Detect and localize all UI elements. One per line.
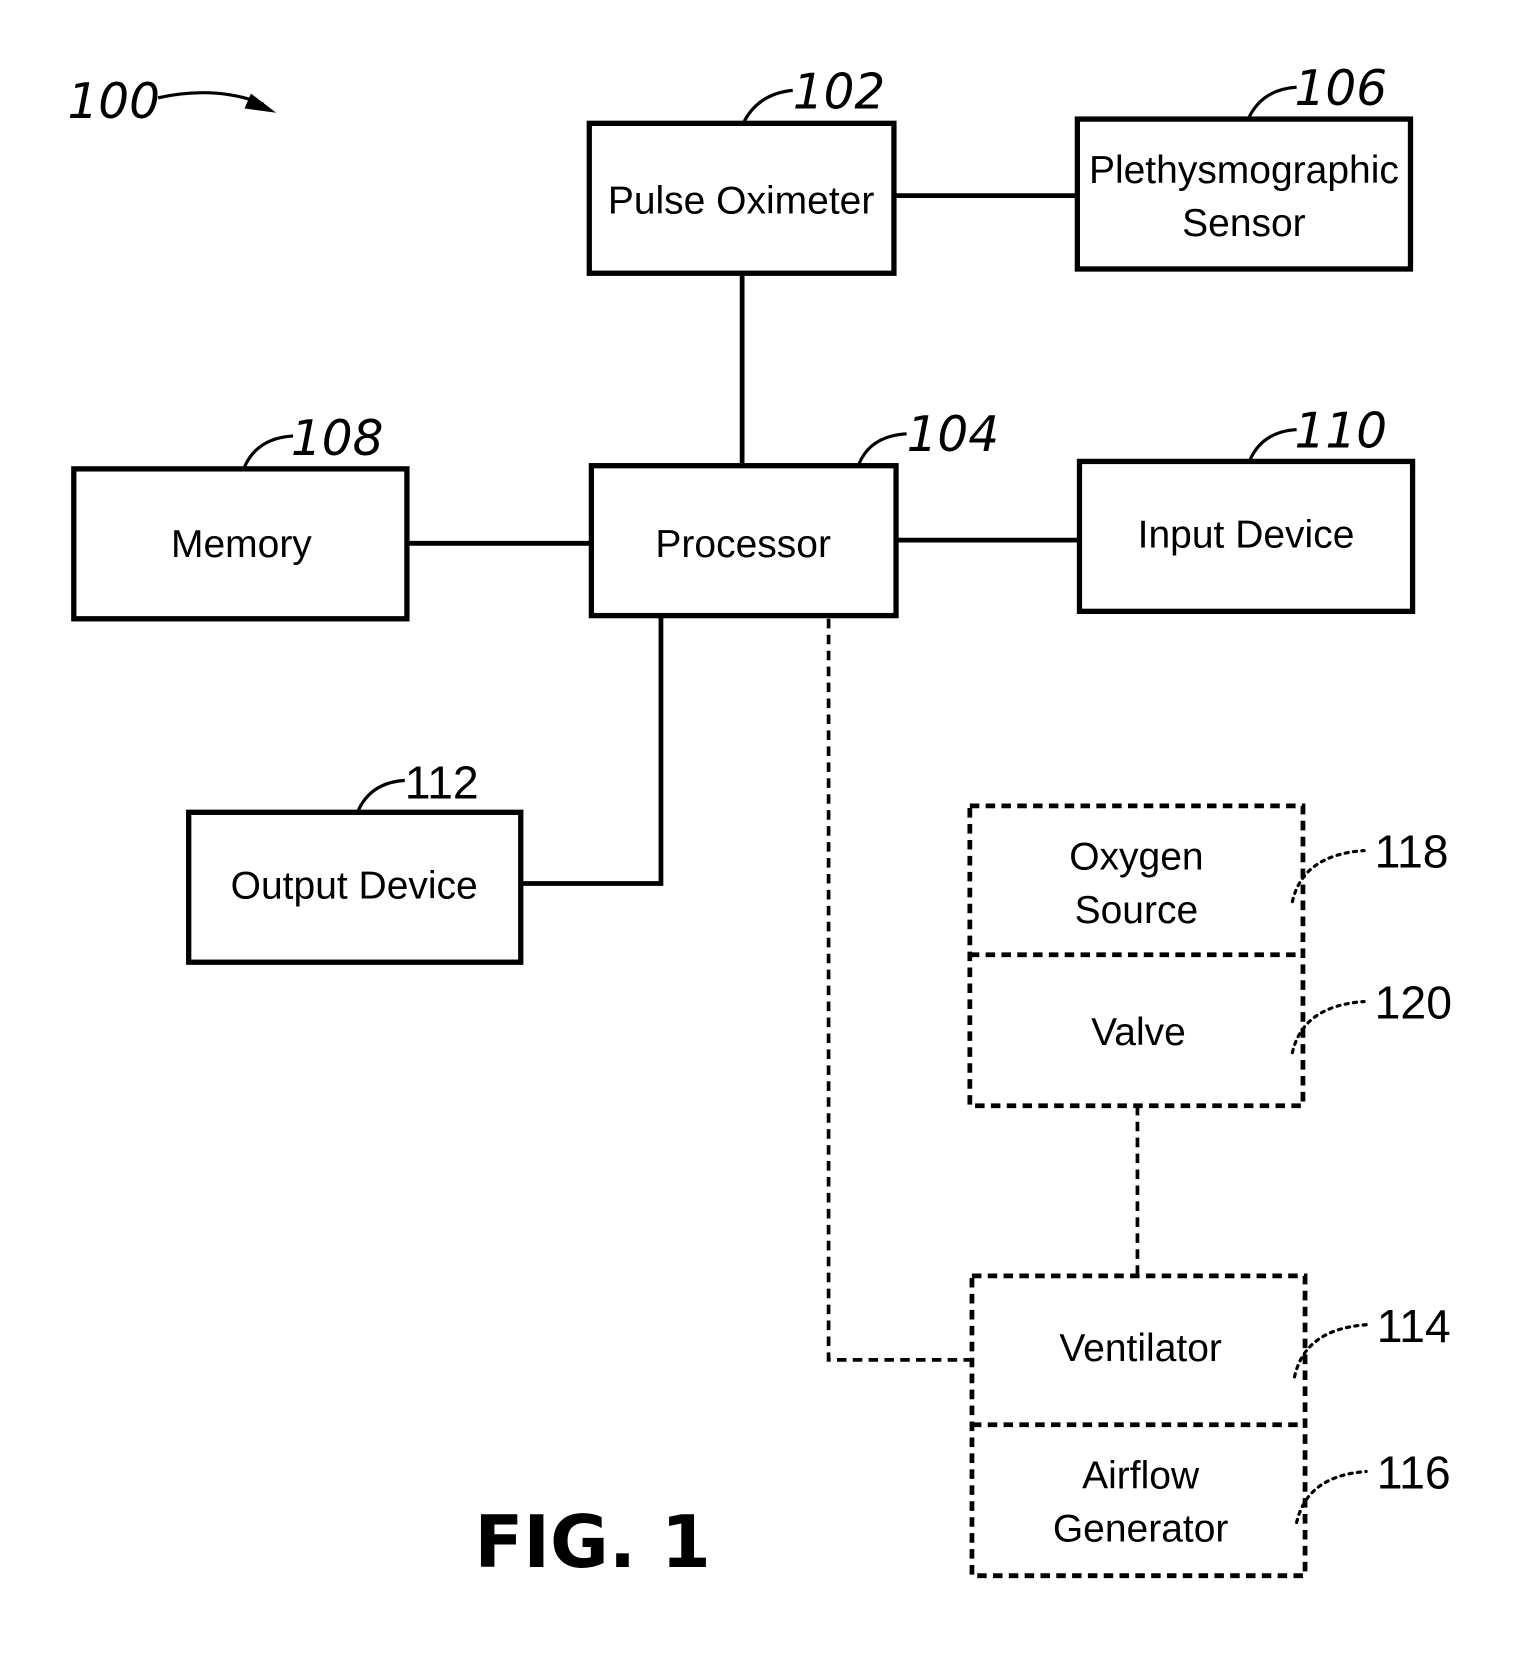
sensor-label-line2: Sensor xyxy=(1182,202,1306,245)
component-oxygen-valve-group: Oxygen Source Valve 118 120 xyxy=(967,803,1452,1109)
ref-114: 114 xyxy=(1377,1300,1451,1352)
leader-112 xyxy=(356,778,405,811)
ref-102: 102 xyxy=(793,64,886,120)
ref-104: 104 xyxy=(907,407,1000,463)
ref-116: 116 xyxy=(1377,1446,1451,1498)
leader-110 xyxy=(1248,427,1297,461)
component-ventilator-group: Ventilator Airflow Generator 114 116 xyxy=(969,1273,1451,1579)
ref-106: 106 xyxy=(1295,61,1388,117)
oxygen-source-label-line2: Source xyxy=(1075,889,1199,932)
airflow-generator-label-line2: Generator xyxy=(1053,1508,1229,1551)
processor-label: Processor xyxy=(655,523,831,566)
system-ref-number: 100 xyxy=(67,74,160,130)
connections xyxy=(406,193,1140,1362)
component-memory: Memory 108 xyxy=(71,411,410,622)
component-input-device: Input Device 110 xyxy=(1076,403,1416,615)
sensor-label-line1: Plethysmographic xyxy=(1089,149,1399,192)
figure-caption: FIG. 1 xyxy=(474,1500,711,1584)
memory-label: Memory xyxy=(171,523,312,566)
component-output-device: Output Device 112 xyxy=(186,756,524,965)
leader-106 xyxy=(1247,85,1297,118)
leader-104 xyxy=(857,432,907,465)
arrow-head-icon xyxy=(244,93,277,113)
valve-label: Valve xyxy=(1091,1011,1186,1054)
ref-112: 112 xyxy=(405,756,479,808)
airflow-generator-label-line1: Airflow xyxy=(1082,1454,1200,1497)
ref-108: 108 xyxy=(291,411,384,467)
connector-processor-output xyxy=(520,616,664,886)
component-pulse-oximeter: Pulse Oximeter 102 xyxy=(586,64,897,276)
leader-114 xyxy=(1292,1323,1368,1379)
ventilator-label: Ventilator xyxy=(1059,1327,1222,1370)
pulse-oximeter-label: Pulse Oximeter xyxy=(608,180,875,223)
system-reference: 100 xyxy=(67,74,277,130)
system-block-diagram: 100 Pulse Oximeter 102 Plethysmographic … xyxy=(67,61,1452,1584)
ref-120: 120 xyxy=(1375,976,1452,1028)
ref-110: 110 xyxy=(1295,403,1388,459)
connector-processor-ventilator xyxy=(826,618,970,1362)
oxygen-source-label-line1: Oxygen xyxy=(1069,836,1203,879)
component-plethysmographic-sensor: Plethysmographic Sensor 106 xyxy=(1074,61,1414,272)
ref-118: 118 xyxy=(1375,825,1449,877)
leader-108 xyxy=(243,434,294,468)
leader-102 xyxy=(742,88,793,122)
component-processor: Processor 104 xyxy=(588,407,1000,619)
input-device-label: Input Device xyxy=(1138,513,1355,556)
output-device-label: Output Device xyxy=(231,864,478,907)
plethysmographic-sensor-box xyxy=(1074,116,1414,272)
